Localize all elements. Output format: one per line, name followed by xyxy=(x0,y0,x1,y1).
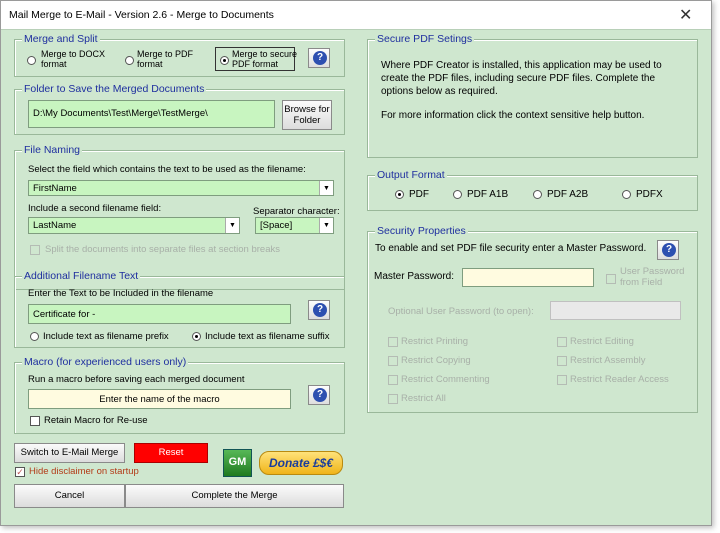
radio-output-pdf[interactable] xyxy=(395,190,404,199)
security-help-button[interactable]: ? xyxy=(657,240,679,260)
radio-output-pdfx[interactable] xyxy=(622,190,631,199)
dialog-body: Merge and Split Merge to DOCX format Merg… xyxy=(1,29,711,525)
restrict-copying-label: Restrict Copying xyxy=(401,355,471,366)
radio-secure[interactable] xyxy=(220,56,229,65)
radio-output-pdfa2b[interactable] xyxy=(533,190,542,199)
macro-title: Macro (for experienced users only) xyxy=(22,356,189,368)
radio-pdf[interactable] xyxy=(125,56,134,65)
macro-help-button[interactable]: ? xyxy=(308,385,330,405)
additional-text-field[interactable]: Certificate for - xyxy=(28,304,291,324)
secure-pdf-description: Where PDF Creator is installed, this app… xyxy=(381,60,662,97)
radio-output-pdfa1b[interactable] xyxy=(453,190,462,199)
additional-text-label: Enter the Text to be Included in the fil… xyxy=(28,288,214,299)
secure-pdf-help-text: For more information click the context s… xyxy=(381,110,645,121)
second-field-label: Include a second filename field: xyxy=(28,203,162,214)
secure-pdf-frame: Secure PDF Setings Where PDF Creator is … xyxy=(367,33,698,158)
chevron-down-icon: ▼ xyxy=(225,218,239,233)
radio-output-pdfa1b-label: PDF A1B xyxy=(467,189,509,200)
hide-disclaimer-checkbox[interactable]: ✓ xyxy=(15,467,25,477)
switch-email-button[interactable]: Switch to E-Mail Merge xyxy=(14,443,125,463)
close-icon[interactable]: ✕ xyxy=(679,5,692,25)
folder-path-field[interactable]: D:\My Documents\Test\Merge\TestMerge\ xyxy=(28,100,275,128)
merge-help-button[interactable]: ? xyxy=(308,48,330,68)
master-password-label: Master Password: xyxy=(374,271,455,282)
restrict-copying-checkbox[interactable] xyxy=(388,356,398,366)
radio-suffix-label: Include text as filename suffix xyxy=(205,331,330,342)
output-format-frame: Output Format PDF PDF A1B PDF A2B PDFX xyxy=(367,169,698,211)
restrict-editing-checkbox[interactable] xyxy=(557,337,567,347)
restrict-reader-access-label: Restrict Reader Access xyxy=(570,374,669,385)
radio-suffix[interactable] xyxy=(192,332,201,341)
macro-label: Run a macro before saving each merged do… xyxy=(28,374,245,385)
radio-secure-label: Merge to secure PDF format xyxy=(232,49,298,69)
security-title: Security Properties xyxy=(375,225,468,237)
reset-button[interactable]: Reset xyxy=(134,443,208,463)
optional-password-label: Optional User Password (to open): xyxy=(388,306,534,317)
radio-docx-label: Merge to DOCX format xyxy=(41,49,106,69)
optional-password-field[interactable] xyxy=(550,301,681,320)
separator-label: Separator character: xyxy=(253,206,340,217)
restrict-all-label: Restrict All xyxy=(401,393,446,404)
help-icon: ? xyxy=(662,243,676,257)
restrict-reader-access-checkbox[interactable] xyxy=(557,375,567,385)
radio-pdf-label: Merge to PDF format xyxy=(137,49,194,69)
macro-frame: Macro (for experienced users only) Run a… xyxy=(14,356,345,434)
filename-field-select[interactable]: FirstName ▼ xyxy=(28,180,334,196)
additional-text-frame: Additional Filename Text Enter the Text … xyxy=(14,270,345,348)
radio-output-pdfa2b-label: PDF A2B xyxy=(547,189,589,200)
merge-split-title: Merge and Split xyxy=(22,33,100,45)
gm-logo-button[interactable]: GM xyxy=(223,449,252,477)
browse-folder-button[interactable]: Browse for Folder xyxy=(282,100,332,130)
merge-split-frame: Merge and Split Merge to DOCX format Merg… xyxy=(14,33,345,77)
restrict-all-checkbox[interactable] xyxy=(388,394,398,404)
restrict-editing-label: Restrict Editing xyxy=(570,336,634,347)
user-password-from-field-checkbox[interactable] xyxy=(606,274,616,284)
restrict-printing-checkbox[interactable] xyxy=(388,337,398,347)
separator-select[interactable]: [Space] ▼ xyxy=(255,217,334,234)
restrict-assembly-label: Restrict Assembly xyxy=(570,355,646,366)
cancel-button[interactable]: Cancel xyxy=(14,484,125,508)
additional-help-button[interactable]: ? xyxy=(308,300,330,320)
secure-pdf-title: Secure PDF Setings xyxy=(375,33,475,45)
radio-docx[interactable] xyxy=(27,56,36,65)
radio-prefix[interactable] xyxy=(30,332,39,341)
restrict-printing-label: Restrict Printing xyxy=(401,336,469,347)
retain-macro-checkbox[interactable] xyxy=(30,416,40,426)
folder-frame: Folder to Save the Merged Documents D:\M… xyxy=(14,83,345,135)
title-bar: Mail Merge to E-Mail - Version 2.6 - Mer… xyxy=(1,1,711,29)
radio-output-pdf-label: PDF xyxy=(409,189,429,200)
second-field-select[interactable]: LastName ▼ xyxy=(28,217,240,234)
window-title: Mail Merge to E-Mail - Version 2.6 - Mer… xyxy=(9,9,274,21)
additional-text-title: Additional Filename Text xyxy=(22,270,141,282)
chevron-down-icon: ▼ xyxy=(319,181,333,195)
retain-macro-label: Retain Macro for Re-use xyxy=(44,415,148,426)
donate-button[interactable]: Donate £$€ xyxy=(259,451,343,475)
restrict-assembly-checkbox[interactable] xyxy=(557,356,567,366)
radio-prefix-label: Include text as filename prefix xyxy=(43,331,169,342)
restrict-commenting-checkbox[interactable] xyxy=(388,375,398,385)
help-icon: ? xyxy=(313,388,327,402)
security-frame: Security Properties To enable and set PD… xyxy=(367,225,698,413)
user-password-from-field-label: User Password from Field xyxy=(620,266,685,288)
help-icon: ? xyxy=(313,303,327,317)
split-documents-label: Split the documents into separate files … xyxy=(45,244,280,255)
chevron-down-icon: ▼ xyxy=(319,218,333,233)
restrict-commenting-label: Restrict Commenting xyxy=(401,374,490,385)
main-window: Mail Merge to E-Mail - Version 2.6 - Mer… xyxy=(0,0,712,526)
hide-disclaimer-label: Hide disclaimer on startup xyxy=(29,466,139,477)
folder-title: Folder to Save the Merged Documents xyxy=(22,83,207,95)
help-icon: ? xyxy=(313,51,327,65)
file-naming-frame: File Naming Select the field which conta… xyxy=(14,144,345,290)
master-password-field[interactable] xyxy=(462,268,594,287)
split-documents-checkbox[interactable] xyxy=(30,245,40,255)
file-naming-title: File Naming xyxy=(22,144,83,156)
output-format-title: Output Format xyxy=(375,169,447,181)
select-field-label: Select the field which contains the text… xyxy=(28,164,306,175)
complete-merge-button[interactable]: Complete the Merge xyxy=(125,484,344,508)
radio-output-pdfx-label: PDFX xyxy=(636,189,663,200)
security-intro: To enable and set PDF file security ente… xyxy=(375,243,647,254)
macro-name-field[interactable]: Enter the name of the macro xyxy=(28,389,291,409)
